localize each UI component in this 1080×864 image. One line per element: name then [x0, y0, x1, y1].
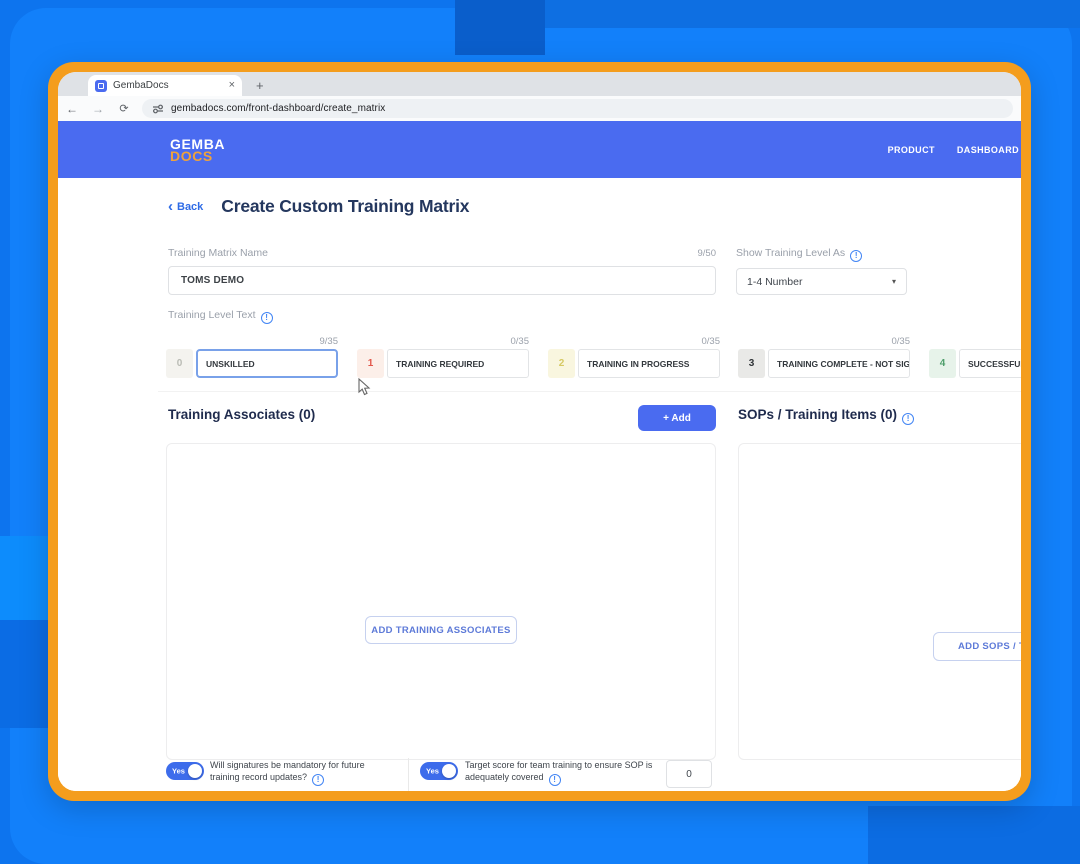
show-level-label: Show Training Level As! — [736, 247, 862, 262]
background-band — [455, 0, 545, 55]
back-chevron-icon[interactable]: ‹ — [168, 199, 173, 214]
level-group-0: 9/35 0 — [166, 336, 339, 378]
signatures-label: Will signatures be mandatory for future … — [210, 759, 400, 786]
browser-forward-icon[interactable]: → — [90, 102, 106, 116]
level-text-input-0[interactable] — [196, 349, 338, 378]
sops-title: SOPs / Training Items (0)! — [738, 407, 914, 425]
site-settings-icon — [152, 103, 164, 115]
bottom-divider — [408, 758, 409, 791]
browser-toolbar: ← → ⟳ gembadocs.com/front-dashboard/crea… — [58, 96, 1021, 121]
info-icon[interactable]: ! — [902, 413, 914, 425]
browser-tab[interactable]: GembaDocs × — [88, 75, 242, 96]
back-link[interactable]: Back — [177, 201, 203, 213]
level-counter: 0/35 — [548, 336, 721, 349]
level-counter: 9/35 — [166, 336, 339, 349]
level-group-3: 0/35 3 — [738, 336, 911, 378]
info-icon[interactable]: ! — [261, 312, 273, 324]
background-strip — [545, 0, 1080, 28]
info-icon[interactable]: ! — [549, 774, 561, 786]
browser-tab-strip: GembaDocs × + — [58, 72, 1021, 96]
toggle-knob — [442, 764, 456, 778]
app-header: GEMBA DOCS PRODUCT DASHBOARD — [58, 121, 1021, 178]
level-group-4: 4 — [929, 336, 1021, 378]
level-text-input-4[interactable] — [959, 349, 1021, 378]
tab-close-icon[interactable]: × — [229, 80, 235, 91]
info-icon[interactable]: ! — [312, 774, 324, 786]
background-patch — [868, 806, 1080, 864]
level-number-badge: 2 — [548, 349, 575, 378]
level-number-badge: 3 — [738, 349, 765, 378]
browser-reload-icon[interactable]: ⟳ — [116, 102, 132, 115]
page-title: Create Custom Training Matrix — [221, 196, 469, 217]
desktop-background: GembaDocs × + ← → ⟳ gembadocs.com/front-… — [0, 0, 1080, 864]
address-bar[interactable]: gembadocs.com/front-dashboard/create_mat… — [142, 99, 1013, 118]
target-score-label: Target score for team training to ensure… — [465, 759, 665, 786]
level-counter: 0/35 — [738, 336, 911, 349]
level-number-badge: 1 — [357, 349, 384, 378]
gembadocs-logo[interactable]: GEMBA DOCS — [170, 138, 225, 162]
add-associate-button[interactable]: + Add — [638, 405, 716, 431]
level-counter: 0/35 — [357, 336, 530, 349]
level-text-input-1[interactable] — [387, 349, 529, 378]
gembadocs-favicon-icon — [95, 80, 107, 92]
target-score-input[interactable] — [666, 760, 712, 788]
sops-panel — [738, 443, 1021, 760]
level-text-input-2[interactable] — [578, 349, 720, 378]
page-header-row: ‹ Back Create Custom Training Matrix — [168, 196, 469, 217]
browser-window: GembaDocs × + ← → ⟳ gembadocs.com/front-… — [48, 62, 1031, 801]
nav-item-dashboard[interactable]: DASHBOARD — [957, 145, 1019, 155]
tab-title: GembaDocs — [113, 80, 223, 91]
new-tab-button[interactable]: + — [256, 78, 264, 93]
add-sops-button[interactable]: ADD SOPS / TRAI — [933, 632, 1021, 661]
show-level-dropdown[interactable]: 1-4 Number ▾ — [736, 268, 907, 295]
section-divider — [158, 391, 1021, 392]
matrix-name-input[interactable] — [168, 266, 716, 295]
toggle-knob — [188, 764, 202, 778]
level-number-badge: 0 — [166, 349, 193, 378]
browser-back-icon[interactable]: ← — [64, 102, 80, 116]
level-counter — [929, 336, 1021, 349]
associates-panel — [166, 443, 716, 760]
matrix-name-counter: 9/50 — [616, 248, 716, 259]
level-group-2: 0/35 2 — [548, 336, 721, 378]
associates-title: Training Associates (0) — [168, 407, 315, 422]
app-viewport: GEMBA DOCS PRODUCT DASHBOARD ‹ Back Crea… — [58, 121, 1021, 791]
level-text-label: Training Level Text! — [168, 309, 273, 324]
target-score-toggle[interactable]: Yes — [420, 762, 458, 780]
info-icon[interactable]: ! — [850, 250, 862, 262]
mouse-cursor — [358, 378, 372, 396]
app-nav: PRODUCT DASHBOARD — [888, 145, 1019, 155]
url-text: gembadocs.com/front-dashboard/create_mat… — [171, 103, 385, 114]
chevron-down-icon: ▾ — [892, 277, 896, 286]
level-number-badge: 4 — [929, 349, 956, 378]
signatures-toggle[interactable]: Yes — [166, 762, 204, 780]
nav-item-product[interactable]: PRODUCT — [888, 145, 935, 155]
create-matrix-page: ‹ Back Create Custom Training Matrix Tra… — [58, 178, 1021, 791]
matrix-name-label: Training Matrix Name — [168, 247, 268, 259]
level-group-1: 0/35 1 — [357, 336, 530, 378]
add-training-associates-button[interactable]: ADD TRAINING ASSOCIATES — [365, 616, 517, 644]
level-text-input-3[interactable] — [768, 349, 910, 378]
